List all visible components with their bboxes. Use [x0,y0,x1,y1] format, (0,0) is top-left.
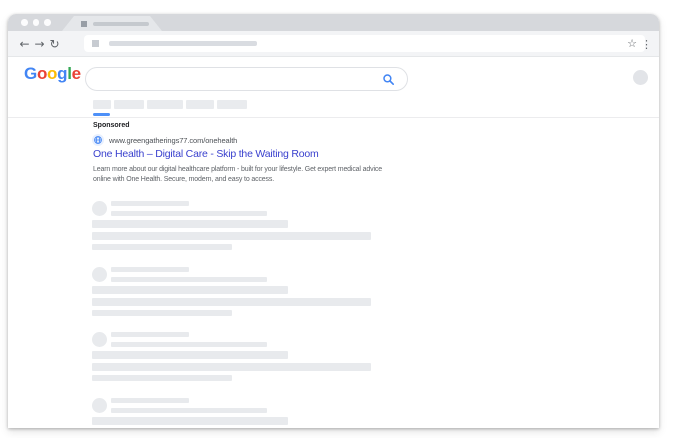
result-favicon-placeholder [92,397,107,413]
skeleton-results-list [92,201,371,428]
ad-url[interactable]: www.greengatherings77.com/onehealth [109,136,237,145]
window-minimize-button[interactable] [32,19,39,26]
nav-tab-placeholder[interactable] [186,100,214,109]
result-source-placeholder [111,397,189,403]
nav-tab-placeholder[interactable] [114,100,144,109]
address-bar[interactable]: ☆ [84,35,645,52]
skeleton-result [92,266,371,316]
sponsored-label: Sponsored [93,122,130,129]
skeleton-result [92,201,371,250]
result-source-placeholder [111,266,189,272]
result-url-placeholder [111,342,267,347]
ad-description: Learn more about our digital healthcare … [93,166,382,183]
result-url-placeholder [111,211,267,216]
result-url-placeholder [111,276,267,282]
logo-letter: G [24,64,37,83]
result-snippet-placeholder [92,244,232,250]
result-favicon-placeholder [92,332,107,347]
result-source-placeholder [111,201,189,206]
result-title-placeholder [92,351,288,359]
google-logo: Google [24,64,81,84]
search-results-page: Google Sponsored www.greengatherings77.c… [8,57,659,428]
browser-window: ← → ↻ ☆ ⋮ Google Sponsored www.greengath… [8,14,659,428]
tab-strip [8,14,659,31]
bookmark-star-icon[interactable]: ☆ [627,38,637,49]
back-icon[interactable]: ← [17,38,32,50]
logo-letter: e [71,64,81,83]
result-title-placeholder [92,285,288,294]
result-snippet-placeholder [92,375,232,381]
window-maximize-button[interactable] [44,19,51,26]
logo-letter: g [57,64,68,83]
result-snippet-placeholder [92,232,371,240]
tab-favicon-placeholder [81,20,87,27]
browser-toolbar: ← → ↻ ☆ ⋮ [8,31,659,57]
reload-icon[interactable]: ↻ [47,38,62,50]
header-divider [8,117,659,118]
result-snippet-placeholder [92,363,371,371]
ad-url-row[interactable]: www.greengatherings77.com/onehealth [92,134,237,146]
nav-tab-placeholder[interactable] [93,100,111,109]
nav-tab-placeholder[interactable] [217,100,247,109]
logo-letter: o [47,64,58,83]
forward-icon[interactable]: → [32,38,47,50]
result-source-placeholder [111,332,189,337]
result-title-placeholder [92,220,288,228]
window-close-button[interactable] [21,19,28,26]
globe-icon [92,134,104,146]
browser-menu-icon[interactable]: ⋮ [641,31,652,57]
url-text-placeholder [109,41,257,46]
result-title-placeholder [92,416,288,425]
logo-letter: o [36,64,48,83]
skeleton-result [92,397,371,429]
nav-tab-placeholder[interactable] [147,100,183,109]
ad-title-link[interactable]: One Health – Digital Care - Skip the Wai… [93,148,319,160]
results-nav-tabs [93,100,247,109]
account-avatar[interactable] [633,70,648,85]
search-icon[interactable] [383,73,394,85]
active-tab-underline [93,113,110,116]
result-favicon-placeholder [92,266,107,282]
result-favicon-placeholder [92,201,107,216]
site-favicon-placeholder [92,40,99,47]
skeleton-result [92,332,371,381]
result-url-placeholder [111,407,267,413]
result-snippet-placeholder [92,309,232,316]
tab-title-placeholder [93,21,149,26]
search-input[interactable] [85,67,408,91]
result-snippet-placeholder [92,297,371,306]
browser-tab[interactable] [62,16,162,31]
window-controls [21,19,51,26]
